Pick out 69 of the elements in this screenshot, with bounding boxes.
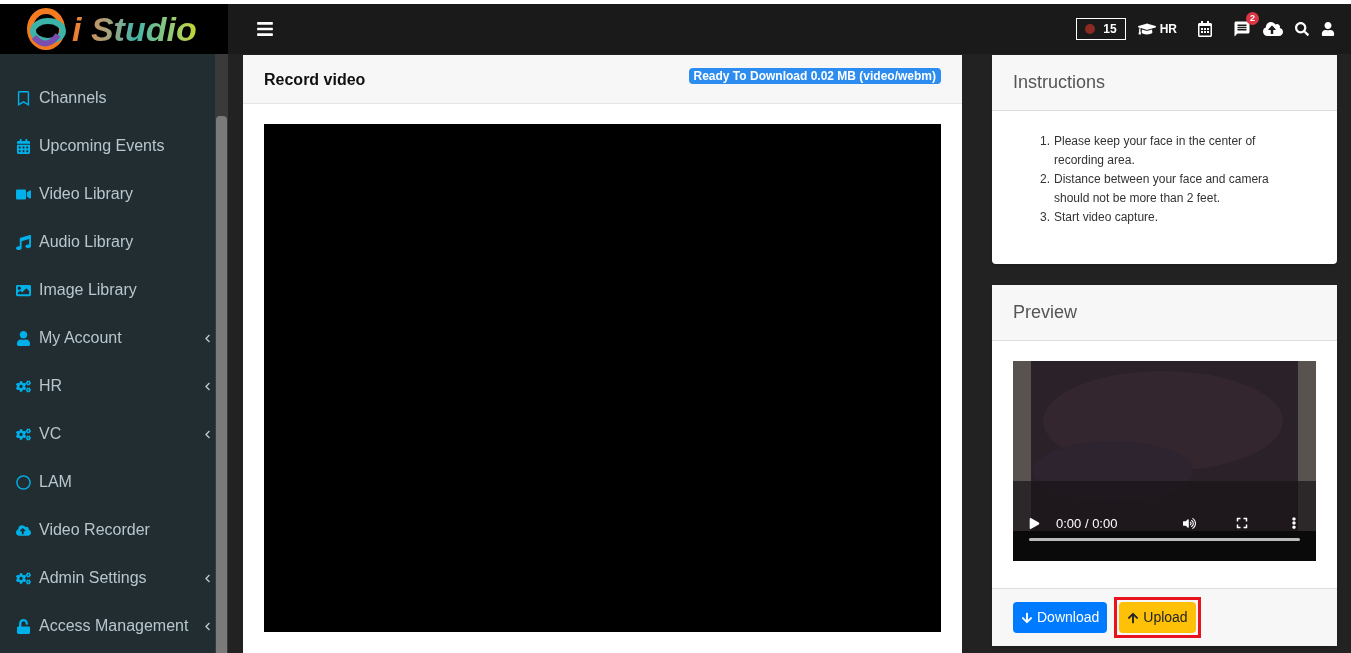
menu-button[interactable] bbox=[256, 20, 274, 38]
fullscreen-icon[interactable] bbox=[1236, 517, 1248, 530]
action-button[interactable]: Upload bbox=[1119, 602, 1196, 633]
calendar-icon bbox=[16, 138, 31, 154]
search-icon[interactable] bbox=[1295, 22, 1309, 36]
status-badge: Ready To Download 0.02 MB (video/webm) bbox=[688, 68, 941, 84]
volume-icon[interactable] bbox=[1183, 516, 1196, 530]
message-badge: 2 bbox=[1246, 12, 1259, 25]
card-title: Record video bbox=[264, 70, 366, 90]
sidebar-item[interactable]: Channels bbox=[0, 74, 215, 122]
sidebar-item[interactable]: Video Recorder bbox=[0, 506, 215, 554]
sidebar-item[interactable]: My Account bbox=[0, 314, 215, 362]
user-icon bbox=[16, 330, 31, 346]
music-note-icon bbox=[16, 234, 31, 250]
logo-icon bbox=[24, 7, 68, 51]
instruction-step: Please keep your face in the center of recording area. bbox=[1054, 132, 1305, 170]
step-number: 1. bbox=[1040, 133, 1051, 150]
chevron-icon bbox=[203, 573, 212, 583]
sidebar-label: My Account bbox=[39, 328, 122, 348]
sidebar-label: Video Recorder bbox=[39, 520, 150, 540]
unlock-icon bbox=[16, 618, 31, 634]
cloud-upload-icon bbox=[16, 522, 31, 538]
sidebar-item[interactable]: Image Library bbox=[0, 266, 215, 314]
arrow-up-icon bbox=[1127, 611, 1140, 624]
record-count: 15 bbox=[1103, 21, 1117, 37]
action-button[interactable]: Download bbox=[1013, 602, 1108, 633]
instruction-step: Start video capture. bbox=[1054, 208, 1159, 227]
sidebar-item[interactable]: LAM bbox=[0, 458, 215, 506]
chevron-icon bbox=[203, 381, 212, 391]
play-icon[interactable] bbox=[1029, 517, 1040, 529]
bookmark-icon bbox=[16, 90, 31, 106]
chevron-icon bbox=[203, 621, 212, 631]
sidebar-label: LAM bbox=[39, 472, 72, 492]
sidebar-label: Image Library bbox=[39, 280, 137, 300]
record-counter[interactable]: 15 bbox=[1076, 18, 1126, 40]
sidebar-item[interactable]: VC bbox=[0, 410, 215, 458]
step-number: 3. bbox=[1040, 209, 1051, 226]
image-icon bbox=[16, 282, 31, 298]
step-number: 2. bbox=[1040, 171, 1051, 188]
cloud-upload-icon[interactable] bbox=[1263, 19, 1283, 39]
video-time: 0:00 / 0:00 bbox=[1056, 514, 1118, 533]
gears-icon bbox=[16, 570, 31, 586]
sidebar-item[interactable]: Video Library bbox=[0, 170, 215, 218]
gears-icon bbox=[16, 378, 31, 394]
sidebar-item[interactable]: Audio Library bbox=[0, 218, 215, 266]
calendar-icon[interactable] bbox=[1197, 21, 1213, 37]
user-icon[interactable] bbox=[1321, 22, 1335, 36]
gears-icon bbox=[16, 426, 31, 442]
message-icon[interactable] bbox=[1233, 20, 1251, 38]
sidebar-item[interactable]: HR bbox=[0, 362, 215, 410]
chevron-icon bbox=[203, 333, 212, 343]
sidebar-label: Upcoming Events bbox=[39, 136, 165, 156]
video-player[interactable]: 0:00 / 0:00 bbox=[1013, 361, 1316, 561]
arrow-down-icon bbox=[1021, 611, 1033, 624]
sidebar-label: Channels bbox=[39, 88, 107, 108]
sidebar-label: Access Management bbox=[39, 616, 189, 636]
sidebar-item[interactable]: Admin Settings bbox=[0, 554, 215, 602]
sidebar-label: Admin Settings bbox=[39, 568, 147, 588]
sidebar-label: VC bbox=[39, 424, 62, 444]
chevron-icon bbox=[203, 429, 212, 439]
card-title: Preview bbox=[1013, 301, 1078, 324]
sidebar-item[interactable]: Upcoming Events bbox=[0, 122, 215, 170]
sidebar-label: HR bbox=[39, 376, 63, 396]
hr-label[interactable]: HR bbox=[1159, 21, 1177, 37]
card-title: Instructions bbox=[1013, 71, 1106, 94]
sidebar-item[interactable]: Access Management bbox=[0, 602, 215, 650]
sidebar-label: Audio Library bbox=[39, 232, 134, 252]
instruction-step: Distance between your face and camera should not be more than 2 feet. bbox=[1054, 170, 1305, 208]
sidebar-label: Video Library bbox=[39, 184, 133, 204]
